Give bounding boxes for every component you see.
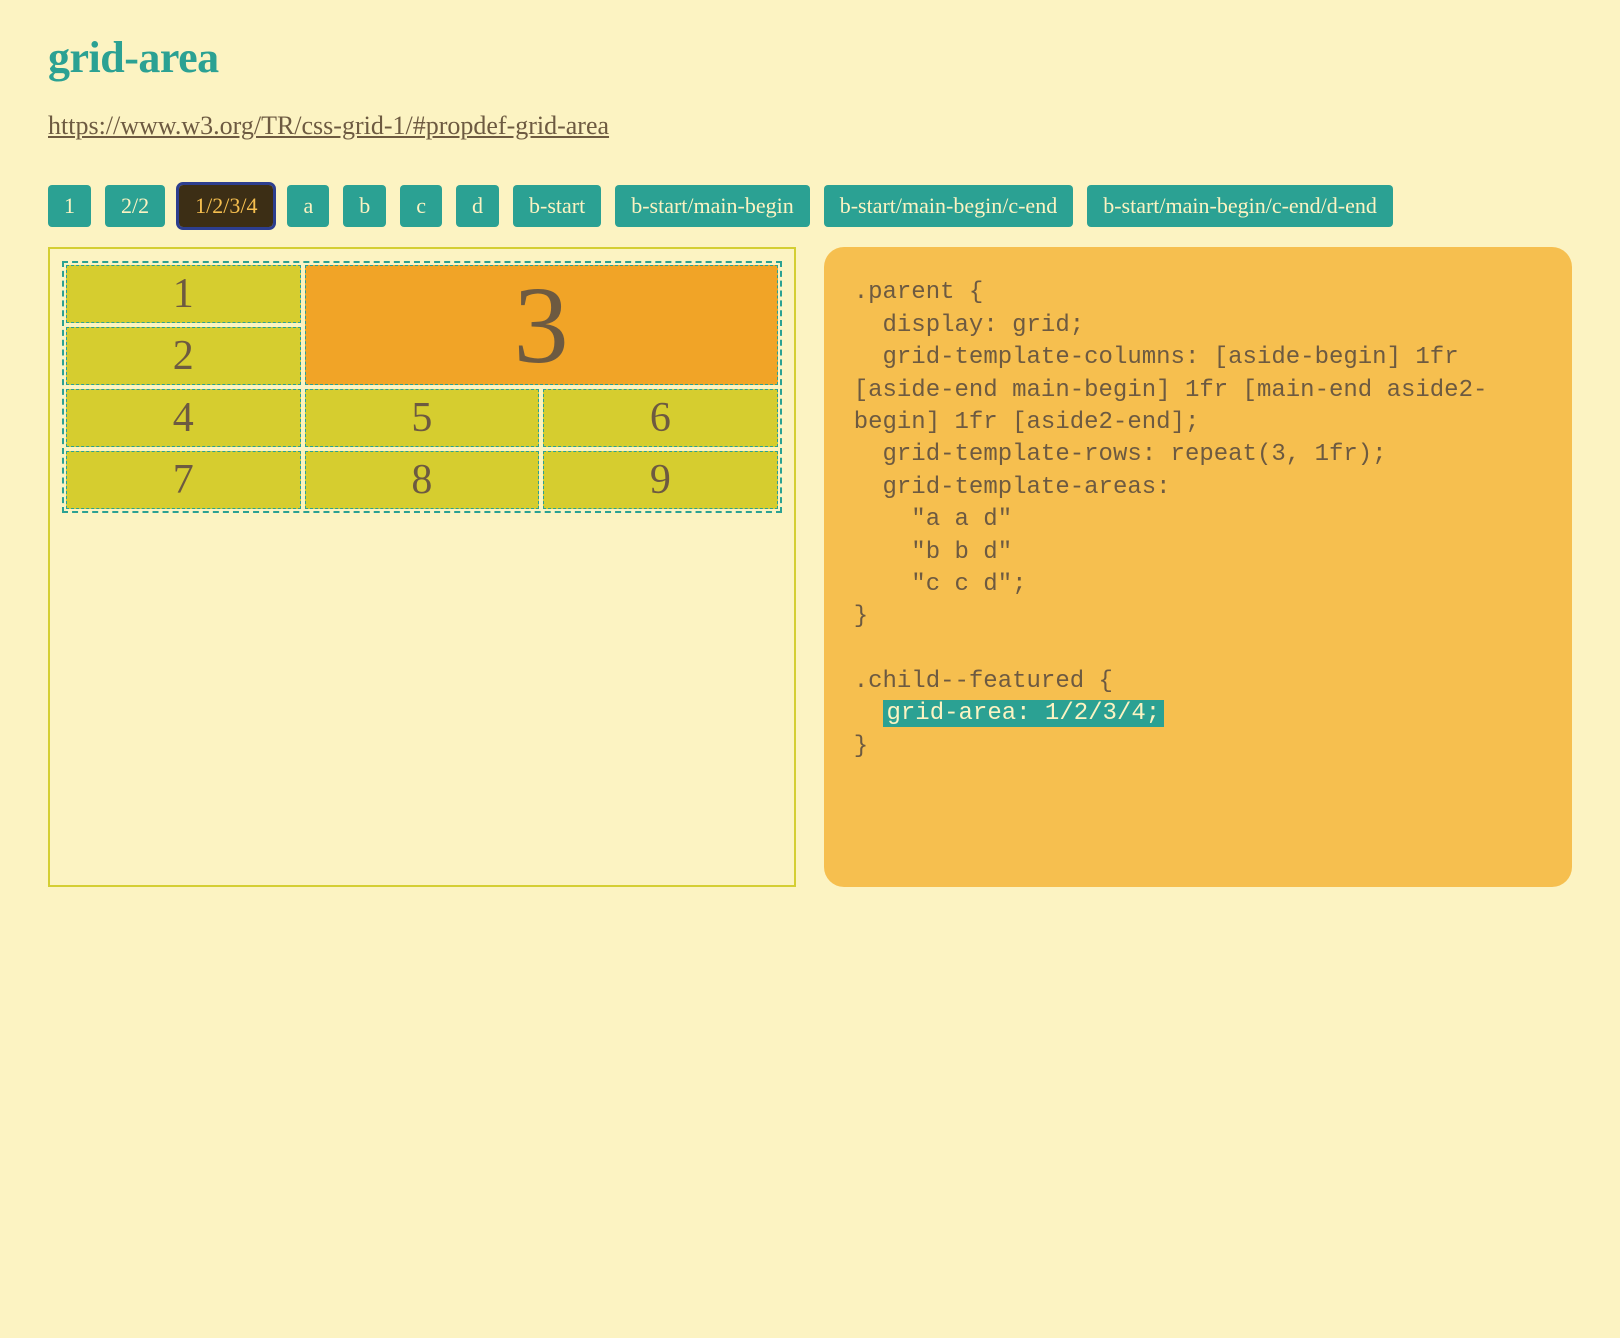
option-10[interactable]: b-start/main-begin/c-end (824, 185, 1073, 227)
grid-cell-4: 4 (66, 389, 301, 447)
value-options: 1 2/2 1/2/3/4 a b c d b-start b-start/ma… (48, 185, 1572, 227)
grid-cell-2: 2 (66, 327, 301, 385)
code-line: "c c d"; (854, 571, 1027, 598)
option-7[interactable]: d (456, 185, 499, 227)
demo-panel: 1 2 3 4 5 6 7 8 9 (48, 247, 796, 887)
code-line: grid-template-rows: repeat(3, 1fr); (854, 441, 1387, 468)
code-line: .parent { (854, 279, 984, 306)
grid-cell-7: 7 (66, 451, 301, 509)
code-line: "b b d" (854, 539, 1012, 566)
grid-cell-6: 6 (543, 389, 778, 447)
code-line: } (854, 603, 868, 630)
option-5[interactable]: b (343, 185, 386, 227)
code-line: grid-template-areas: (854, 474, 1171, 501)
code-panel: .parent { display: grid; grid-template-c… (824, 247, 1572, 887)
code-line: "a a d" (854, 506, 1012, 533)
option-2[interactable]: 2/2 (105, 185, 165, 227)
grid-cell-1: 1 (66, 265, 301, 323)
page-title: grid-area (48, 32, 1572, 83)
code-line: display: grid; (854, 312, 1084, 339)
code-line: } (854, 733, 868, 760)
demo-grid: 1 2 3 4 5 6 7 8 9 (66, 265, 778, 509)
option-11[interactable]: b-start/main-begin/c-end/d-end (1087, 185, 1393, 227)
grid-cell-featured: 3 (305, 265, 778, 385)
code-highlight: grid-area: 1/2/3/4; (883, 700, 1165, 727)
code-line: .child--featured { (854, 668, 1113, 695)
option-9[interactable]: b-start/main-begin (615, 185, 810, 227)
code-line: grid-template-columns: [aside-begin] 1fr… (854, 344, 1488, 436)
grid-cell-9: 9 (543, 451, 778, 509)
option-8[interactable]: b-start (513, 185, 601, 227)
spec-link[interactable]: https://www.w3.org/TR/css-grid-1/#propde… (48, 111, 609, 140)
option-3[interactable]: 1/2/3/4 (179, 185, 273, 227)
grid-cell-8: 8 (305, 451, 540, 509)
option-4[interactable]: a (287, 185, 329, 227)
option-6[interactable]: c (400, 185, 442, 227)
option-1[interactable]: 1 (48, 185, 91, 227)
grid-cell-5: 5 (305, 389, 540, 447)
demo-grid-outline: 1 2 3 4 5 6 7 8 9 (62, 261, 782, 513)
